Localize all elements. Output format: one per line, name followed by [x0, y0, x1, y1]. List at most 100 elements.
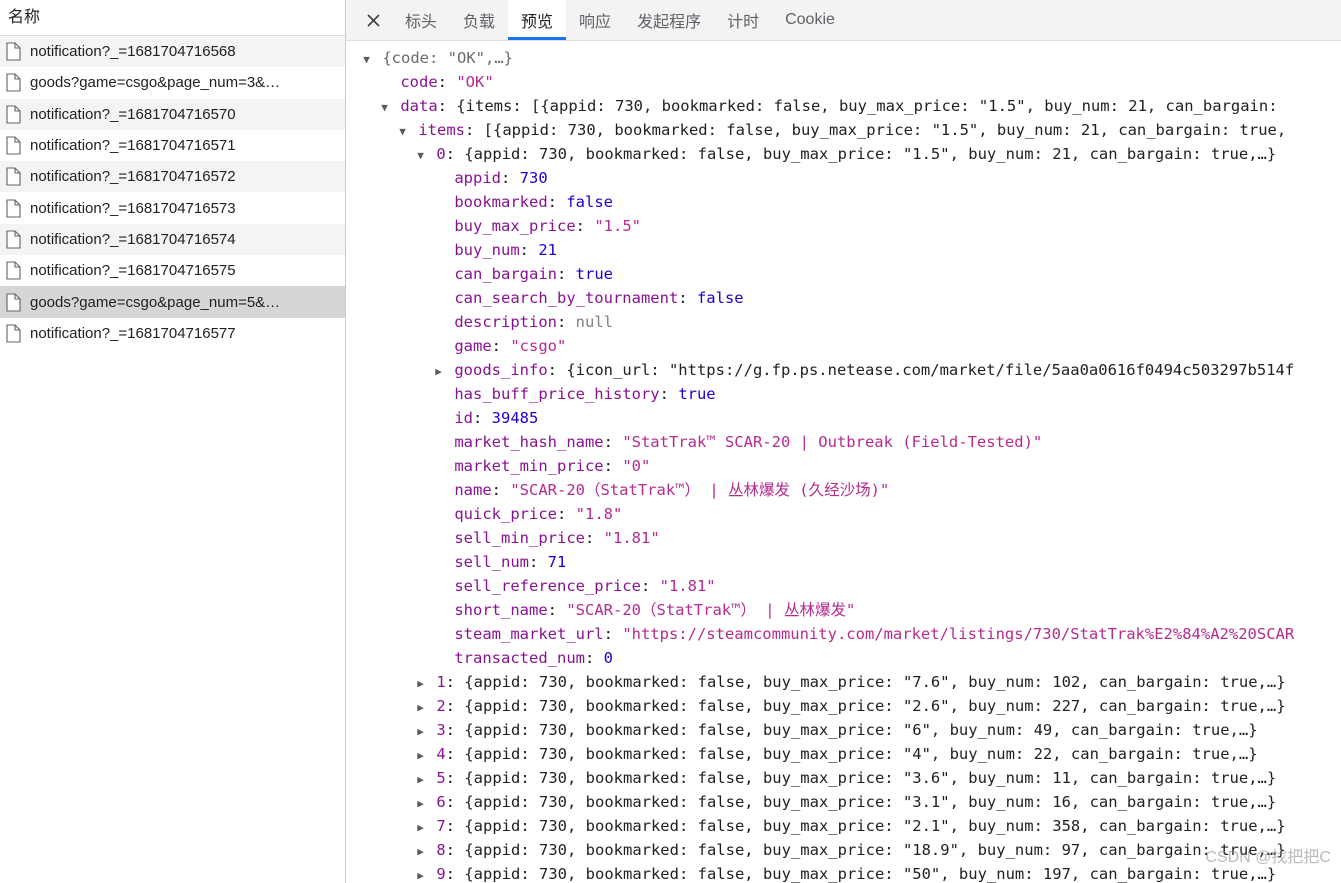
request-list-item[interactable]: notification?_=1681704716575 [0, 255, 345, 287]
json-row-item-2[interactable]: ▶ 2: {appid: 730, bookmarked: false, buy… [360, 694, 1341, 718]
json-row-item-3[interactable]: ▶ 3: {appid: 730, bookmarked: false, buy… [360, 718, 1341, 742]
json-row-field-buy_max_price[interactable]: buy_max_price: "1.5" [360, 214, 1341, 238]
request-list-panel: 名称 notification?_=1681704716568 goods?gam… [0, 0, 346, 883]
expand-triangle-icon[interactable]: ▼ [396, 120, 409, 142]
json-row-field-has_buff_price_history[interactable]: has_buff_price_history: true [360, 382, 1341, 406]
json-colon: : [575, 217, 595, 235]
request-list-item[interactable]: notification?_=1681704716577 [0, 317, 345, 349]
tab-1[interactable]: 负载 [450, 0, 508, 40]
json-row-item-4[interactable]: ▶ 4: {appid: 730, bookmarked: false, buy… [360, 742, 1341, 766]
request-list-item[interactable]: notification?_=1681704716574 [0, 223, 345, 256]
collapse-triangle-icon[interactable]: ▶ [414, 864, 427, 883]
request-list-item[interactable]: notification?_=1681704716568 [0, 36, 345, 68]
json-row-item-9[interactable]: ▶ 9: {appid: 730, bookmarked: false, buy… [360, 862, 1341, 883]
json-row-field-can_bargain[interactable]: can_bargain: true [360, 262, 1341, 286]
request-list-item[interactable]: notification?_=1681704716573 [0, 192, 345, 224]
json-colon: : [437, 73, 457, 91]
request-list-item[interactable]: goods?game=csgo&page_num=5&… [0, 286, 345, 318]
json-key: steam_market_url [445, 625, 604, 643]
json-row-field-market_min_price[interactable]: market_min_price: "0" [360, 454, 1341, 478]
json-row-code[interactable]: code: "OK" [360, 70, 1341, 94]
json-value: 730 [519, 169, 548, 187]
json-value: 21 [538, 241, 557, 259]
json-row-goods-info[interactable]: ▶ goods_info: {icon_url: "https://g.fp.p… [360, 358, 1341, 382]
json-value: {appid: 730, bookmarked: false, buy_max_… [464, 673, 1286, 691]
tab-5[interactable]: 计时 [714, 0, 772, 40]
json-key: 9 [427, 865, 446, 883]
json-row-item-8[interactable]: ▶ 8: {appid: 730, bookmarked: false, buy… [360, 838, 1341, 862]
expand-triangle-icon[interactable]: ▼ [360, 48, 373, 70]
json-row-field-name[interactable]: name: "SCAR-20（StatTrak™） | 丛林爆发 (久经沙场)" [360, 478, 1341, 502]
request-list-item[interactable]: notification?_=1681704716572 [0, 161, 345, 193]
json-value: 39485 [491, 409, 539, 427]
json-key: id [445, 409, 473, 427]
json-key: 6 [427, 793, 446, 811]
json-colon: : [445, 673, 465, 691]
json-row-field-market_hash_name[interactable]: market_hash_name: "StatTrak™ SCAR-20 | O… [360, 430, 1341, 454]
collapse-triangle-icon[interactable]: ▶ [414, 720, 427, 742]
json-key: 3 [427, 721, 446, 739]
json-row-data[interactable]: ▼ data: {items: [{appid: 730, bookmarked… [360, 94, 1341, 118]
json-row-root[interactable]: ▼ {code: "OK",…} [360, 46, 1341, 70]
json-row-field-buy_num[interactable]: buy_num: 21 [360, 238, 1341, 262]
json-row-field-game[interactable]: game: "csgo" [360, 334, 1341, 358]
request-list-item[interactable]: goods?game=csgo&page_num=3&… [0, 67, 345, 99]
json-row-field-steam_market_url[interactable]: steam_market_url: "https://steamcommunit… [360, 622, 1341, 646]
json-row-field-description[interactable]: description: null [360, 310, 1341, 334]
json-row-field-bookmarked[interactable]: bookmarked: false [360, 190, 1341, 214]
json-value: {appid: 730, bookmarked: false, buy_max_… [464, 745, 1258, 763]
json-row-field-sell_min_price[interactable]: sell_min_price: "1.81" [360, 526, 1341, 550]
json-value: {appid: 730, bookmarked: false, buy_max_… [464, 793, 1277, 811]
json-key: buy_num [445, 241, 520, 259]
json-row-item-7[interactable]: ▶ 7: {appid: 730, bookmarked: false, buy… [360, 814, 1341, 838]
json-colon: : [445, 769, 465, 787]
collapse-triangle-icon[interactable]: ▶ [414, 816, 427, 838]
json-row-field-short_name[interactable]: short_name: "SCAR-20（StatTrak™） | 丛林爆发" [360, 598, 1341, 622]
json-colon: : [547, 361, 567, 379]
json-row-field-sell_num[interactable]: sell_num: 71 [360, 550, 1341, 574]
json-key: 4 [427, 745, 446, 763]
collapse-triangle-icon[interactable]: ▶ [414, 840, 427, 862]
json-colon: : [640, 577, 660, 595]
json-row-field-transacted_num[interactable]: transacted_num: 0 [360, 646, 1341, 670]
json-row-field-quick_price[interactable]: quick_price: "1.8" [360, 502, 1341, 526]
collapse-triangle-icon[interactable]: ▶ [414, 696, 427, 718]
json-row-item-6[interactable]: ▶ 6: {appid: 730, bookmarked: false, buy… [360, 790, 1341, 814]
expand-triangle-icon[interactable]: ▼ [414, 144, 427, 166]
collapse-triangle-icon[interactable]: ▶ [414, 744, 427, 766]
collapse-triangle-icon[interactable]: ▶ [414, 768, 427, 790]
json-row-item-5[interactable]: ▶ 5: {appid: 730, bookmarked: false, buy… [360, 766, 1341, 790]
json-key: goods_info [445, 361, 548, 379]
json-preview-tree[interactable]: ▼ {code: "OK",…} code: "OK" ▼ data: {item… [346, 41, 1341, 883]
json-key: bookmarked [445, 193, 548, 211]
json-value: "1.81" [659, 577, 716, 595]
json-row-field-can_search_by_tournament[interactable]: can_search_by_tournament: false [360, 286, 1341, 310]
json-row-field-appid[interactable]: appid: 730 [360, 166, 1341, 190]
json-value: {appid: 730, bookmarked: false, buy_max_… [464, 865, 1277, 883]
expand-triangle-icon[interactable]: ▼ [378, 96, 391, 118]
collapse-triangle-icon[interactable]: ▶ [414, 792, 427, 814]
collapse-triangle-icon[interactable]: ▶ [432, 360, 445, 382]
request-list-item[interactable]: notification?_=1681704716570 [0, 98, 345, 130]
json-value: {icon_url: "https://g.fp.ps.netease.com/… [566, 361, 1295, 379]
request-list-item-label: notification?_=1681704716568 [30, 43, 236, 61]
json-value: {appid: 730, bookmarked: false, buy_max_… [464, 145, 1277, 163]
json-colon: : [678, 289, 697, 307]
file-icon [6, 292, 21, 312]
json-colon: : [603, 457, 623, 475]
json-row-items[interactable]: ▼ items: [{appid: 730, bookmarked: false… [360, 118, 1341, 142]
json-row-field-id[interactable]: id: 39485 [360, 406, 1341, 430]
tab-6[interactable]: Cookie [772, 0, 848, 40]
collapse-triangle-icon[interactable]: ▶ [414, 672, 427, 694]
tab-0[interactable]: 标头 [392, 0, 450, 40]
file-icon [6, 136, 21, 155]
request-list-item[interactable]: notification?_=1681704716571 [0, 129, 345, 162]
tab-4[interactable]: 发起程序 [624, 0, 714, 40]
json-row-item-1[interactable]: ▶ 1: {appid: 730, bookmarked: false, buy… [360, 670, 1341, 694]
json-row-item-0[interactable]: ▼ 0: {appid: 730, bookmarked: false, buy… [360, 142, 1341, 166]
json-row-field-sell_reference_price[interactable]: sell_reference_price: "1.81" [360, 574, 1341, 598]
tab-active-2[interactable]: 预览 [508, 0, 567, 40]
close-icon[interactable] [354, 0, 392, 40]
request-list[interactable]: notification?_=1681704716568 goods?game=c… [0, 36, 345, 349]
tab-3[interactable]: 响应 [566, 0, 624, 40]
